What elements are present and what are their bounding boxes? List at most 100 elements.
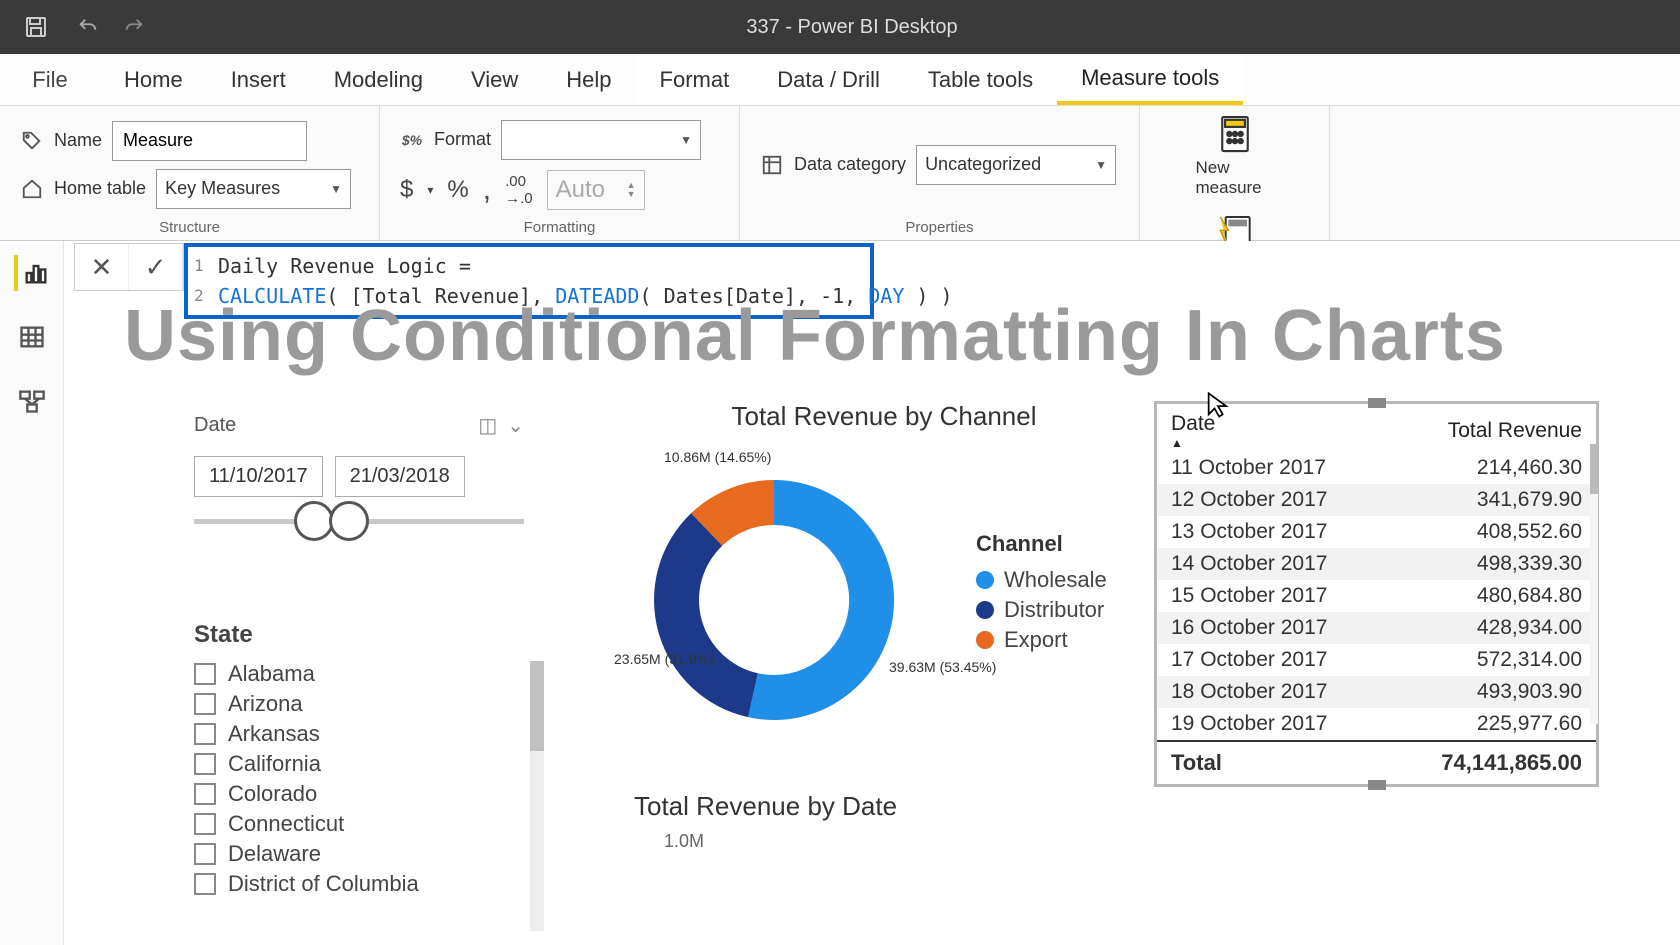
formula-commit-button[interactable]: ✓ bbox=[129, 244, 183, 290]
tab-help[interactable]: Help bbox=[542, 54, 635, 105]
state-scrollbar[interactable] bbox=[530, 661, 544, 931]
state-item[interactable]: California bbox=[194, 749, 544, 779]
title-bar: 337 - Power BI Desktop bbox=[0, 0, 1680, 54]
new-measure-button[interactable]: New measure bbox=[1196, 114, 1274, 199]
table-row[interactable]: 17 October 2017572,314.00 bbox=[1157, 644, 1596, 676]
donut-label-wholesale: 39.63M (53.45%) bbox=[889, 659, 996, 675]
name-label: Name bbox=[54, 130, 102, 151]
checkbox-icon[interactable] bbox=[194, 873, 216, 895]
ribbon: Name Home table Key Measures▼ Structure … bbox=[0, 106, 1680, 241]
checkbox-icon[interactable] bbox=[194, 663, 216, 685]
state-item[interactable]: District of Columbia bbox=[194, 869, 544, 899]
legend-item[interactable]: Export bbox=[976, 627, 1107, 653]
tab-modeling[interactable]: Modeling bbox=[310, 54, 447, 105]
donut-svg bbox=[624, 450, 924, 750]
undo-icon[interactable] bbox=[74, 13, 102, 41]
resize-handle[interactable] bbox=[1368, 398, 1386, 408]
state-item[interactable]: Delaware bbox=[194, 839, 544, 869]
checkbox-icon[interactable] bbox=[194, 693, 216, 715]
table-row[interactable]: 19 October 2017225,977.60 bbox=[1157, 708, 1596, 741]
col-date[interactable]: Date▲ bbox=[1157, 404, 1386, 452]
ribbon-tabs: File Home Insert Modeling View Help Form… bbox=[0, 54, 1680, 106]
state-item[interactable]: Connecticut bbox=[194, 809, 544, 839]
donut-label-export: 10.86M (14.65%) bbox=[664, 449, 771, 465]
table-row[interactable]: 15 October 2017480,684.80 bbox=[1157, 580, 1596, 612]
date-slider[interactable] bbox=[194, 519, 524, 524]
tab-home[interactable]: Home bbox=[100, 54, 207, 105]
group-properties-label: Properties bbox=[760, 215, 1119, 236]
measure-name-input[interactable] bbox=[112, 121, 307, 161]
view-rail bbox=[0, 241, 64, 945]
window-title: 337 - Power BI Desktop bbox=[166, 16, 1538, 39]
group-formatting-label: Formatting bbox=[400, 215, 719, 236]
chevron-down-icon[interactable]: ⌄ bbox=[507, 413, 524, 438]
table-row[interactable]: 12 October 2017341,679.90 bbox=[1157, 484, 1596, 516]
percent-button[interactable]: % bbox=[447, 176, 468, 204]
tab-data-drill[interactable]: Data / Drill bbox=[753, 54, 904, 105]
tab-view[interactable]: View bbox=[447, 54, 542, 105]
save-icon[interactable] bbox=[22, 13, 50, 41]
state-item[interactable]: Arkansas bbox=[194, 719, 544, 749]
calculator-icon bbox=[1215, 114, 1255, 154]
table-scrollbar[interactable] bbox=[1590, 444, 1598, 724]
resize-handle[interactable] bbox=[1368, 780, 1386, 790]
model-view-icon[interactable] bbox=[14, 383, 50, 419]
table-row[interactable]: 14 October 2017498,339.30 bbox=[1157, 548, 1596, 580]
donut-label-distributor: 23.65M (31.9%) bbox=[614, 651, 714, 667]
table-visual[interactable]: Date▲ Total Revenue 11 October 2017214,4… bbox=[1154, 401, 1599, 787]
state-item[interactable]: Colorado bbox=[194, 779, 544, 809]
chevron-down-icon: ▼ bbox=[330, 182, 342, 196]
file-tab[interactable]: File bbox=[0, 67, 100, 93]
table-row[interactable]: 11 October 2017214,460.30 bbox=[1157, 452, 1596, 484]
checkbox-icon[interactable] bbox=[194, 753, 216, 775]
page-heading: Using Conditional Formatting In Charts bbox=[124, 295, 1506, 377]
decimal-button[interactable]: .00→.0 bbox=[505, 173, 533, 207]
checkbox-icon[interactable] bbox=[194, 843, 216, 865]
state-item[interactable]: Arizona bbox=[194, 689, 544, 719]
formula-cancel-button[interactable]: ✕ bbox=[75, 244, 129, 290]
format-select[interactable]: ▼ bbox=[501, 120, 701, 160]
home-table-select[interactable]: Key Measures▼ bbox=[156, 169, 351, 209]
date-slicer[interactable]: Date ◫ ⌄ 11/10/2017 21/03/2018 bbox=[194, 413, 524, 524]
checkbox-icon[interactable] bbox=[194, 783, 216, 805]
checkbox-icon[interactable] bbox=[194, 813, 216, 835]
date-to-input[interactable]: 21/03/2018 bbox=[335, 456, 465, 497]
checkbox-icon[interactable] bbox=[194, 723, 216, 745]
chevron-down-icon: ▼ bbox=[680, 133, 692, 147]
table-row[interactable]: 16 October 2017428,934.00 bbox=[1157, 612, 1596, 644]
tab-format[interactable]: Format bbox=[636, 54, 754, 105]
group-structure-label: Structure bbox=[20, 215, 359, 236]
decimals-input[interactable]: Auto▲▼ bbox=[547, 170, 645, 210]
format-icon: $% bbox=[400, 128, 424, 152]
line-chart-ytick: 1.0M bbox=[664, 831, 704, 852]
report-view-icon[interactable] bbox=[14, 255, 50, 291]
currency-button[interactable]: $ bbox=[400, 176, 413, 204]
date-slicer-title: Date bbox=[194, 414, 236, 437]
state-slicer[interactable]: State Alabama Arizona Arkansas Californi… bbox=[194, 621, 544, 899]
line-chart-title: Total Revenue by Date bbox=[634, 791, 897, 822]
home-table-label: Home table bbox=[54, 178, 146, 199]
slider-handle-right[interactable] bbox=[329, 501, 369, 541]
data-view-icon[interactable] bbox=[14, 319, 50, 355]
legend-item[interactable]: Wholesale bbox=[976, 567, 1107, 593]
slider-handle-left[interactable] bbox=[294, 501, 334, 541]
col-revenue[interactable]: Total Revenue bbox=[1386, 404, 1596, 452]
tab-insert[interactable]: Insert bbox=[207, 54, 310, 105]
table-row[interactable]: 13 October 2017408,552.60 bbox=[1157, 516, 1596, 548]
donut-title: Total Revenue by Channel bbox=[624, 401, 1144, 432]
state-item[interactable]: Alabama bbox=[194, 659, 544, 689]
comma-button[interactable]: , bbox=[483, 173, 491, 207]
category-icon bbox=[760, 153, 784, 177]
redo-icon[interactable] bbox=[120, 13, 148, 41]
report-canvas: ✕ ✓ 1 2 Daily Revenue Logic = CALCULATE(… bbox=[64, 241, 1680, 945]
tab-measure-tools[interactable]: Measure tools bbox=[1057, 54, 1243, 105]
legend-item[interactable]: Distributor bbox=[976, 597, 1107, 623]
chevron-down-icon: ▼ bbox=[1095, 158, 1107, 172]
data-category-label: Data category bbox=[794, 154, 906, 175]
tab-table-tools[interactable]: Table tools bbox=[904, 54, 1057, 105]
data-category-select[interactable]: Uncategorized▼ bbox=[916, 145, 1116, 185]
eraser-icon[interactable]: ◫ bbox=[478, 413, 497, 438]
table-row[interactable]: 18 October 2017493,903.90 bbox=[1157, 676, 1596, 708]
currency-caret[interactable]: ▾ bbox=[427, 183, 433, 197]
date-from-input[interactable]: 11/10/2017 bbox=[194, 456, 323, 497]
